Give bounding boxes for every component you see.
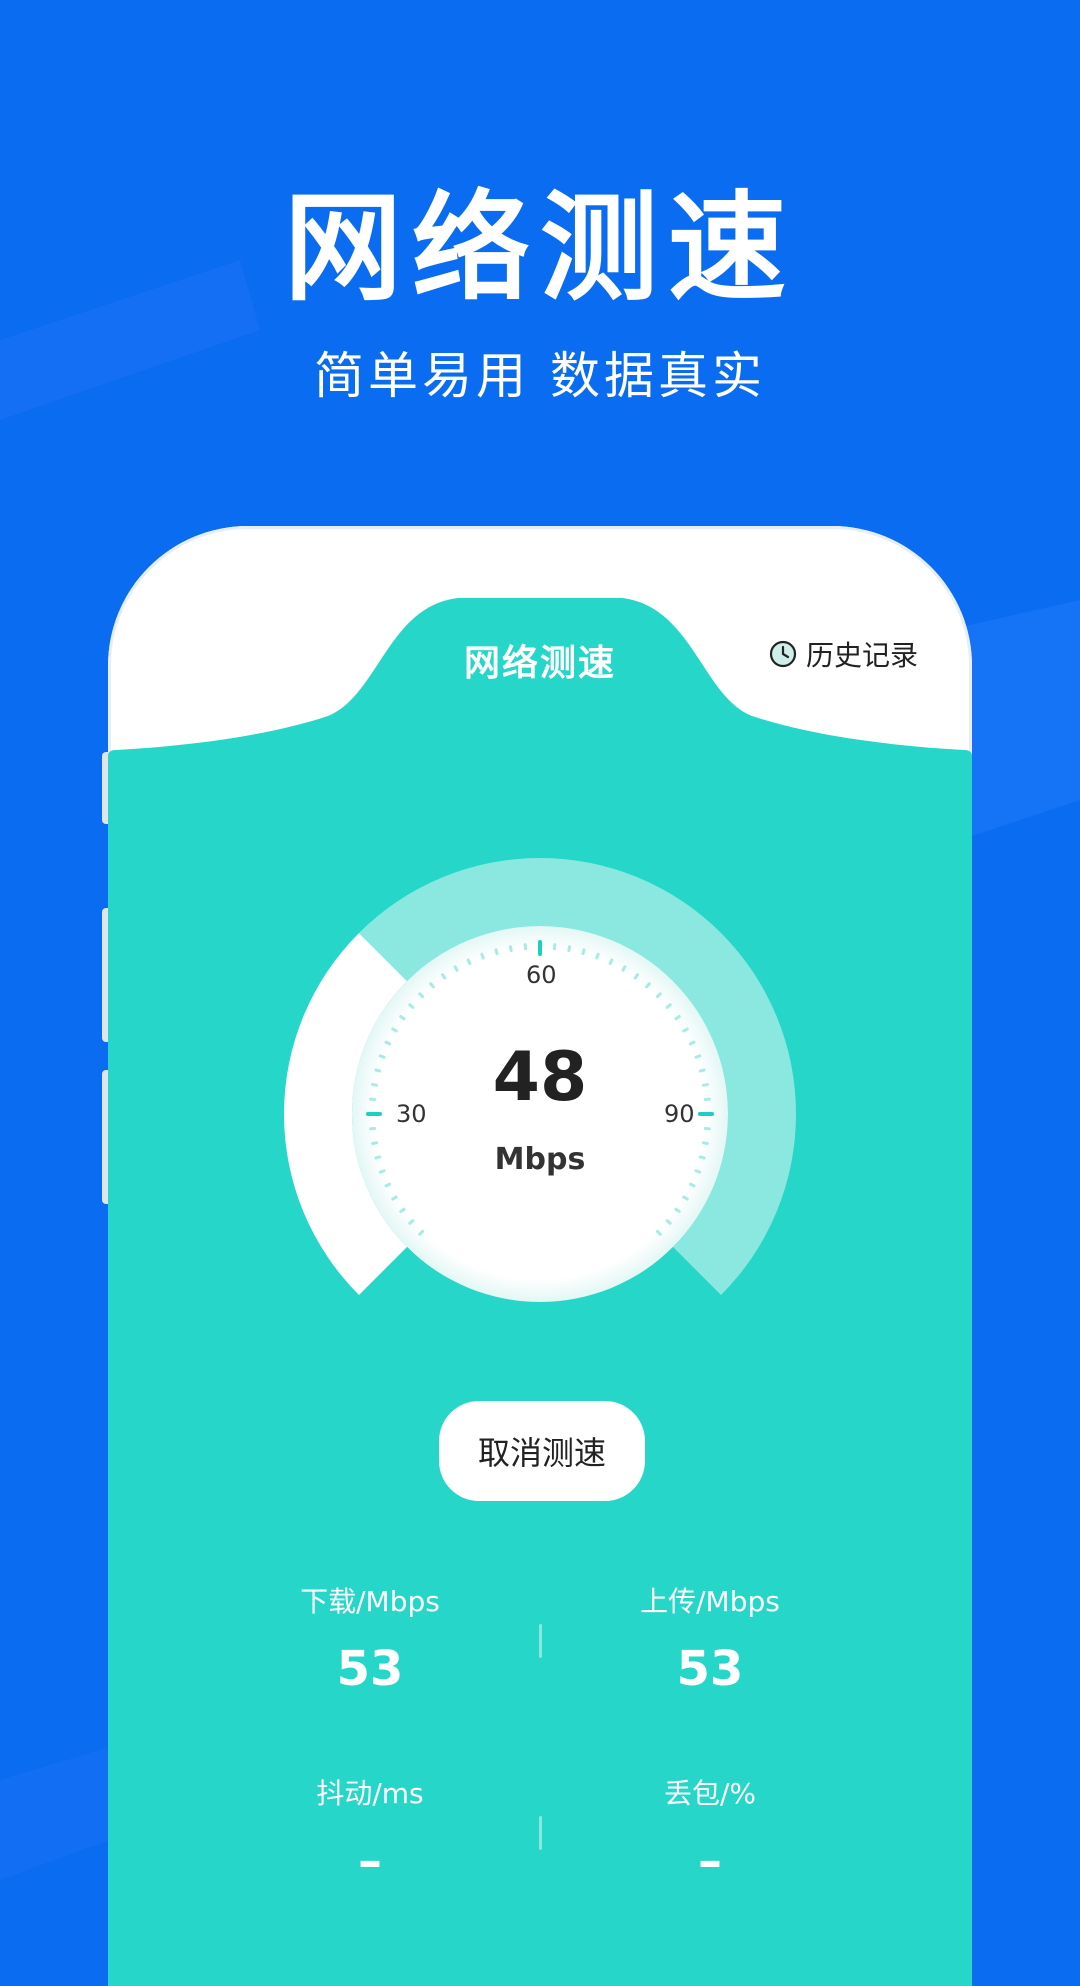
gauge-minor-tick	[496, 950, 497, 954]
stat-divider	[539, 1624, 542, 1658]
gauge-minor-tick	[380, 1171, 384, 1172]
gauge-minor-tick	[684, 1029, 687, 1031]
gauge-minor-tick	[393, 1029, 396, 1031]
gauge-minor-tick	[455, 967, 457, 970]
phone-frame: 网络测速 历史记录 30 60 90 48 Mbps 取消测速 下载/Mbps …	[108, 526, 972, 1986]
gauge-minor-tick	[431, 984, 434, 987]
gauge-minor-tick	[468, 960, 470, 964]
gauge-minor-tick	[690, 1042, 694, 1044]
gauge-minor-tick	[657, 1231, 660, 1234]
tick-label-60: 60	[526, 961, 557, 989]
promo-subtitle: 简单易用 数据真实	[0, 344, 1080, 408]
gauge-minor-tick	[647, 984, 650, 987]
gauge-minor-tick	[703, 1143, 707, 1144]
gauge-minor-tick	[700, 1070, 704, 1071]
gauge-minor-tick	[684, 1197, 687, 1199]
download-stat: 下载/Mbps 53	[220, 1582, 520, 1704]
gauge-minor-tick	[401, 1209, 404, 1211]
gauge-minor-tick	[676, 1209, 679, 1211]
current-speed-value: 48	[440, 1038, 640, 1118]
gauge-minor-tick	[401, 1016, 404, 1018]
upload-value: 53	[560, 1634, 860, 1704]
download-value: 53	[220, 1634, 520, 1704]
packet-loss-label: 丢包/%	[560, 1774, 860, 1814]
gauge-minor-tick	[376, 1070, 380, 1071]
gauge-minor-tick	[703, 1084, 707, 1085]
packet-loss-stat: 丢包/% –	[560, 1774, 860, 1896]
gauge-minor-tick	[696, 1171, 700, 1172]
gauge-minor-tick	[393, 1197, 396, 1199]
gauge-minor-tick	[420, 1231, 423, 1234]
gauge-minor-tick	[667, 1005, 670, 1008]
stat-divider	[539, 1816, 542, 1850]
gauge-minor-tick	[657, 994, 660, 997]
gauge-minor-tick	[376, 1157, 380, 1158]
gauge-minor-tick	[380, 1056, 384, 1057]
jitter-label: 抖动/ms	[220, 1774, 520, 1814]
gauge-minor-tick	[510, 947, 511, 951]
gauge-minor-tick	[623, 967, 625, 970]
gauge-minor-tick	[583, 950, 584, 954]
upload-label: 上传/Mbps	[560, 1582, 860, 1622]
gauge-minor-tick	[442, 975, 444, 978]
gauge-minor-tick	[373, 1084, 377, 1085]
upload-stat: 上传/Mbps 53	[560, 1582, 860, 1704]
gauge-minor-tick	[482, 954, 483, 958]
gauge-minor-tick	[610, 960, 612, 964]
jitter-stat: 抖动/ms –	[220, 1774, 520, 1896]
gauge-minor-tick	[690, 1184, 694, 1186]
download-label: 下载/Mbps	[220, 1582, 520, 1622]
gauge-minor-tick	[386, 1042, 390, 1044]
promo-title: 网络测速	[0, 178, 1080, 318]
gauge-minor-tick	[410, 1005, 413, 1008]
gauge-minor-tick	[676, 1016, 679, 1018]
speed-gauge	[108, 526, 972, 1986]
gauge-minor-tick	[597, 954, 598, 958]
gauge-minor-tick	[635, 975, 637, 978]
gauge-minor-tick	[569, 947, 570, 951]
tick-label-90: 90	[664, 1100, 695, 1128]
gauge-minor-tick	[373, 1143, 377, 1144]
current-speed-unit: Mbps	[440, 1142, 640, 1177]
jitter-value: –	[220, 1826, 520, 1896]
gauge-minor-tick	[696, 1056, 700, 1057]
cancel-test-button[interactable]: 取消测速	[439, 1401, 645, 1501]
gauge-minor-tick	[667, 1221, 670, 1224]
gauge-minor-tick	[700, 1157, 704, 1158]
gauge-minor-tick	[420, 994, 423, 997]
gauge-minor-tick	[410, 1221, 413, 1224]
packet-loss-value: –	[560, 1826, 860, 1896]
tick-label-30: 30	[396, 1100, 427, 1128]
gauge-minor-tick	[386, 1184, 390, 1186]
